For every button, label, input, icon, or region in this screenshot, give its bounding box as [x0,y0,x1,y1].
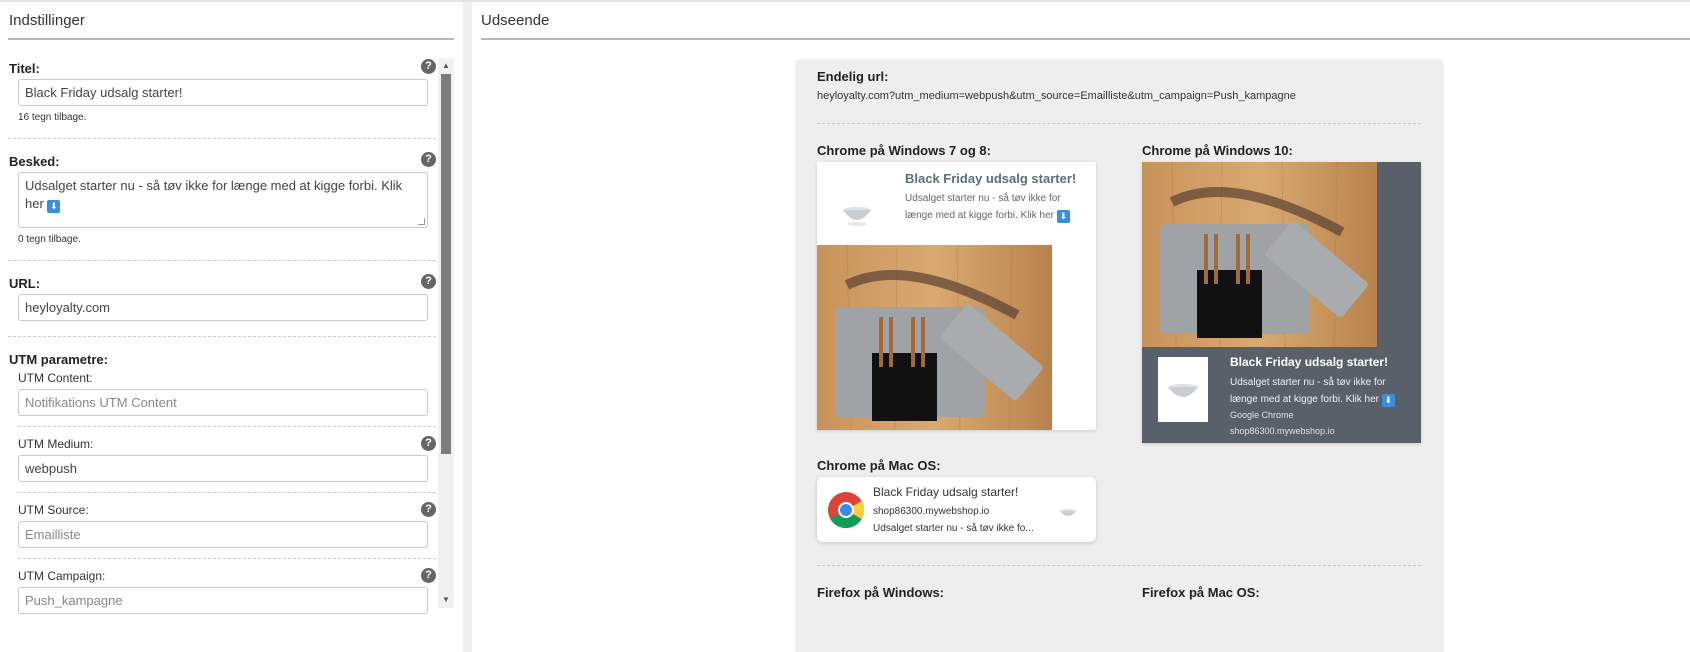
title-char-count: 16 tegn tilbage. [18,112,87,123]
final-url-value: heyloyalty.com?utm_medium=webpush&utm_so… [817,90,1296,102]
divider [18,558,436,559]
utm-campaign-help-icon[interactable]: ? [421,568,436,583]
win10-title: Black Friday udsalg starter! [1230,355,1389,369]
win10-host: shop86300.mywebshop.io [1230,426,1335,436]
panel-divider [463,2,472,652]
firefox-windows-label: Firefox på Windows: [817,585,944,600]
divider [817,565,1421,566]
message-help-icon[interactable]: ? [421,152,436,167]
win78-title: Black Friday udsalg starter! [905,171,1077,186]
win10-notification-preview: Black Friday udsalg starter! Udsalget st… [1142,162,1421,443]
url-label: URL: [9,276,41,291]
utm-source-input[interactable]: Emailliste [18,521,428,548]
win78-label: Chrome på Windows 7 og 8: [817,143,991,158]
title-input[interactable]: Black Friday udsalg starter! [18,79,428,106]
win78-body-text: Udsalget starter nu - så tøv ikke for læ… [905,193,1061,221]
divider [8,336,436,337]
mac-label: Chrome på Mac OS: [817,458,941,473]
win10-body-text: Udsalget starter nu - så tøv ikke for læ… [1230,377,1386,405]
win10-label: Chrome på Windows 10: [1142,143,1293,158]
message-text: Udsalget starter nu - så tøv ikke for læ… [25,178,403,211]
utm-label: UTM parametre: [9,352,108,367]
divider [18,492,436,493]
utm-medium-label: UTM Medium: [18,437,94,451]
bowl-thumbnail-icon [1060,509,1076,516]
divider [817,123,1421,124]
mac-title: Black Friday udsalg starter! [873,485,1019,499]
scroll-thumb[interactable] [441,74,451,454]
utm-content-input[interactable]: Notifikations UTM Content [18,389,428,416]
message-label: Besked: [9,154,60,169]
win10-body: Udsalget starter nu - så tøv ikke for læ… [1230,374,1410,408]
down-arrow-emoji-icon: ⬇ [47,200,61,213]
settings-title: Indstillinger [9,12,85,29]
settings-form: Titel: ? Black Friday udsalg starter! 16… [8,57,436,652]
bowl-thumbnail-icon [843,207,871,226]
down-arrow-emoji-icon: ⬇ [1381,394,1395,407]
win78-notification-preview: Black Friday udsalg starter! Udsalget st… [817,162,1096,430]
scroll-down-arrow-icon[interactable]: ▼ [438,592,454,608]
settings-scrollbar[interactable]: ▲ ▼ [438,58,454,608]
firefox-mac-label: Firefox på Mac OS: [1142,585,1260,600]
win10-app-name: Google Chrome [1230,410,1294,420]
final-url-label: Endelig url: [817,69,889,84]
title-help-icon[interactable]: ? [421,59,436,74]
appearance-title: Udseende [481,12,550,29]
settings-title-rule [8,38,454,40]
message-textarea[interactable]: Udsalget starter nu - så tøv ikke for læ… [18,172,428,228]
settings-panel: Indstillinger Titel: ? Black Friday udsa… [0,2,463,652]
utm-content-label: UTM Content: [18,371,93,385]
url-help-icon[interactable]: ? [421,274,436,289]
url-input[interactable]: heyloyalty.com [18,294,428,321]
down-arrow-emoji-icon: ⬇ [1056,210,1070,223]
mac-body: Udsalget starter nu - så tøv ikke fo... [873,523,1034,534]
utm-medium-input[interactable]: webpush [18,455,428,482]
product-hero-image [1142,162,1377,347]
bowl-thumbnail-icon [1158,357,1208,422]
win78-body: Udsalget starter nu - så tøv ikke for læ… [905,190,1085,224]
utm-medium-help-icon[interactable]: ? [421,436,436,451]
utm-source-help-icon[interactable]: ? [421,502,436,517]
mac-notification-preview: Black Friday udsalg starter! shop86300.m… [817,477,1096,542]
divider [8,138,436,139]
chrome-logo-icon [828,492,865,529]
mac-host: shop86300.mywebshop.io [873,506,990,517]
appearance-title-rule [481,38,1690,40]
utm-campaign-input[interactable]: Push_kampagne [18,587,428,614]
divider [18,426,436,427]
utm-campaign-label: UTM Campaign: [18,569,106,583]
title-label: Titel: [9,61,40,76]
preview-area: Endelig url: heyloyalty.com?utm_medium=w… [795,59,1444,652]
utm-source-label: UTM Source: [18,503,89,517]
product-hero-image [817,245,1052,430]
scroll-up-arrow-icon[interactable]: ▲ [438,58,454,74]
resize-handle[interactable] [418,218,425,225]
message-char-count: 0 tegn tilbage. [18,234,81,245]
divider [8,260,436,261]
